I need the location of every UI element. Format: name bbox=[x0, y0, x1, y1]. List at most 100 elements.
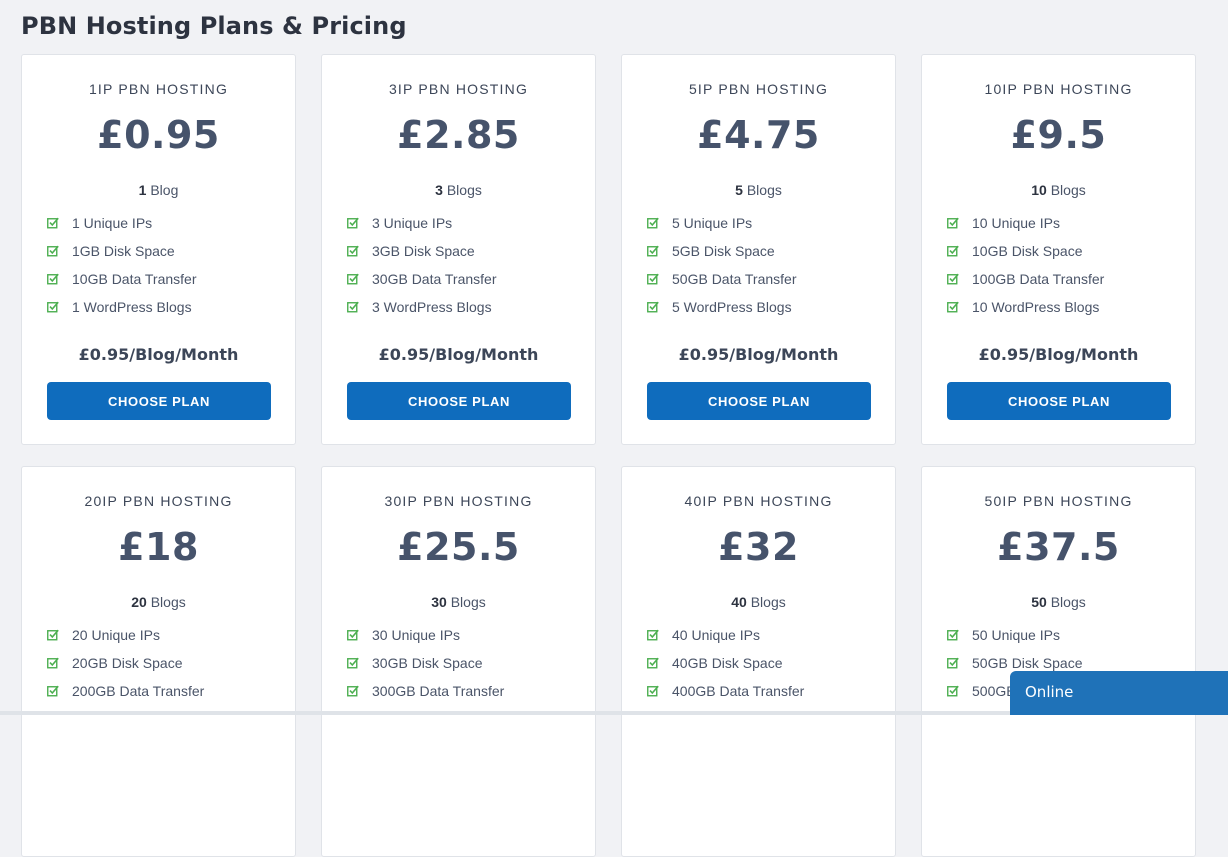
feature-list: 20 Unique IPs 20GB Disk Space 200GB Data… bbox=[47, 621, 204, 705]
feature-item: 40GB Disk Space bbox=[647, 649, 804, 677]
feature-text: 40 Unique IPs bbox=[672, 627, 760, 643]
feature-list: 5 Unique IPs 5GB Disk Space 50GB Data Tr… bbox=[647, 209, 797, 321]
choose-plan-button[interactable]: CHOOSE PLAN bbox=[47, 382, 271, 420]
feature-item: 1GB Disk Space bbox=[47, 237, 197, 265]
feature-text: 5 Unique IPs bbox=[672, 215, 753, 231]
blog-count: 20 Blogs bbox=[22, 594, 295, 610]
plan-card: 50IP PBN HOSTING £37.5 50 Blogs 50 Uniqu… bbox=[921, 466, 1196, 857]
plan-name: 10IP PBN HOSTING bbox=[984, 81, 1133, 97]
feature-text: 50GB Data Transfer bbox=[672, 271, 797, 287]
feature-item: 30GB Disk Space bbox=[347, 649, 504, 677]
feature-text: 1GB Disk Space bbox=[72, 243, 175, 259]
plan-name: 40IP PBN HOSTING bbox=[684, 493, 833, 509]
feature-text: 40GB Disk Space bbox=[672, 655, 783, 671]
chat-status-label: Online bbox=[1025, 683, 1074, 701]
feature-item: 40 Unique IPs bbox=[647, 621, 804, 649]
feature-text: 3 WordPress Blogs bbox=[372, 299, 492, 315]
blog-count-label: Blogs bbox=[150, 594, 186, 610]
feature-item: 10 WordPress Blogs bbox=[947, 293, 1104, 321]
blog-count-label: Blog bbox=[150, 182, 179, 198]
plan-price: £0.95 bbox=[97, 113, 220, 157]
blog-count-number: 30 bbox=[431, 594, 447, 610]
blog-count: 5 Blogs bbox=[622, 182, 895, 198]
choose-plan-button[interactable]: CHOOSE PLAN bbox=[947, 382, 1171, 420]
feature-item: 5 Unique IPs bbox=[647, 209, 797, 237]
choose-plan-button[interactable]: CHOOSE PLAN bbox=[647, 382, 871, 420]
feature-list: 30 Unique IPs 30GB Disk Space 300GB Data… bbox=[347, 621, 504, 705]
blog-count: 30 Blogs bbox=[322, 594, 595, 610]
blog-count-number: 20 bbox=[131, 594, 147, 610]
feature-item: 5 WordPress Blogs bbox=[647, 293, 797, 321]
blog-count: 50 Blogs bbox=[922, 594, 1195, 610]
feature-text: 50GB Disk Space bbox=[972, 655, 1083, 671]
checkbox-check-icon bbox=[947, 685, 959, 697]
checkbox-check-icon bbox=[947, 245, 959, 257]
feature-list: 1 Unique IPs 1GB Disk Space 10GB Data Tr… bbox=[47, 209, 197, 321]
online-chat-widget[interactable]: Online bbox=[1010, 671, 1228, 715]
checkbox-check-icon bbox=[47, 685, 59, 697]
feature-list: 10 Unique IPs 10GB Disk Space 100GB Data… bbox=[947, 209, 1104, 321]
feature-item: 400GB Data Transfer bbox=[647, 677, 804, 705]
feature-text: 30GB Disk Space bbox=[372, 655, 483, 671]
feature-item: 10GB Data Transfer bbox=[47, 265, 197, 293]
plan-name: 1IP PBN HOSTING bbox=[88, 81, 229, 97]
price-per-blog: £0.95/Blog/Month bbox=[678, 345, 839, 364]
feature-text: 3GB Disk Space bbox=[372, 243, 475, 259]
blog-count-number: 50 bbox=[1031, 594, 1047, 610]
checkbox-check-icon bbox=[347, 273, 359, 285]
checkbox-check-icon bbox=[347, 245, 359, 257]
checkbox-check-icon bbox=[947, 217, 959, 229]
blog-count-number: 5 bbox=[735, 182, 743, 198]
feature-item: 50GB Data Transfer bbox=[647, 265, 797, 293]
feature-list: 40 Unique IPs 40GB Disk Space 400GB Data… bbox=[647, 621, 804, 705]
checkbox-check-icon bbox=[647, 657, 659, 669]
feature-text: 400GB Data Transfer bbox=[672, 683, 805, 699]
page-title: PBN Hosting Plans & Pricing bbox=[21, 12, 407, 40]
checkbox-check-icon bbox=[347, 301, 359, 313]
checkbox-check-icon bbox=[647, 245, 659, 257]
plan-card: 30IP PBN HOSTING £25.5 30 Blogs 30 Uniqu… bbox=[321, 466, 596, 857]
checkbox-check-icon bbox=[947, 301, 959, 313]
plan-card: 10IP PBN HOSTING £9.5 10 Blogs 10 Unique… bbox=[921, 54, 1196, 445]
plan-card: 1IP PBN HOSTING £0.95 1 Blog 1 Unique IP… bbox=[21, 54, 296, 445]
plan-name: 50IP PBN HOSTING bbox=[984, 493, 1133, 509]
pricing-grid: 1IP PBN HOSTING £0.95 1 Blog 1 Unique IP… bbox=[21, 54, 1196, 857]
checkbox-check-icon bbox=[647, 217, 659, 229]
feature-item: 200GB Data Transfer bbox=[47, 677, 204, 705]
feature-text: 10GB Data Transfer bbox=[72, 271, 197, 287]
choose-plan-button[interactable]: CHOOSE PLAN bbox=[347, 382, 571, 420]
feature-item: 300GB Data Transfer bbox=[347, 677, 504, 705]
feature-text: 100GB Data Transfer bbox=[972, 271, 1105, 287]
feature-item: 10GB Disk Space bbox=[947, 237, 1104, 265]
feature-item: 30 Unique IPs bbox=[347, 621, 504, 649]
blog-count-number: 3 bbox=[435, 182, 443, 198]
feature-item: 30GB Data Transfer bbox=[347, 265, 497, 293]
blog-count: 10 Blogs bbox=[922, 182, 1195, 198]
plan-price: £37.5 bbox=[997, 525, 1120, 569]
feature-item: 20GB Disk Space bbox=[47, 649, 204, 677]
checkbox-check-icon bbox=[47, 629, 59, 641]
feature-text: 1 Unique IPs bbox=[72, 215, 153, 231]
plan-price: £9.5 bbox=[1010, 113, 1107, 157]
blog-count: 1 Blog bbox=[22, 182, 295, 198]
price-per-blog: £0.95/Blog/Month bbox=[78, 345, 239, 364]
feature-text: 20GB Disk Space bbox=[72, 655, 183, 671]
feature-text: 30 Unique IPs bbox=[372, 627, 460, 643]
feature-text: 10GB Disk Space bbox=[972, 243, 1083, 259]
blog-count-label: Blogs bbox=[750, 594, 786, 610]
feature-item: 100GB Data Transfer bbox=[947, 265, 1104, 293]
blog-count-number: 40 bbox=[731, 594, 747, 610]
feature-text: 3 Unique IPs bbox=[372, 215, 453, 231]
checkbox-check-icon bbox=[647, 301, 659, 313]
blog-count-label: Blogs bbox=[446, 182, 482, 198]
price-per-blog: £0.95/Blog/Month bbox=[978, 345, 1139, 364]
checkbox-check-icon bbox=[647, 273, 659, 285]
feature-text: 1 WordPress Blogs bbox=[72, 299, 192, 315]
blog-count: 3 Blogs bbox=[322, 182, 595, 198]
feature-item: 50 Unique IPs bbox=[947, 621, 1104, 649]
feature-text: 200GB Data Transfer bbox=[72, 683, 205, 699]
price-per-blog: £0.95/Blog/Month bbox=[378, 345, 539, 364]
checkbox-check-icon bbox=[947, 629, 959, 641]
feature-item: 1 Unique IPs bbox=[47, 209, 197, 237]
feature-item: 3GB Disk Space bbox=[347, 237, 497, 265]
